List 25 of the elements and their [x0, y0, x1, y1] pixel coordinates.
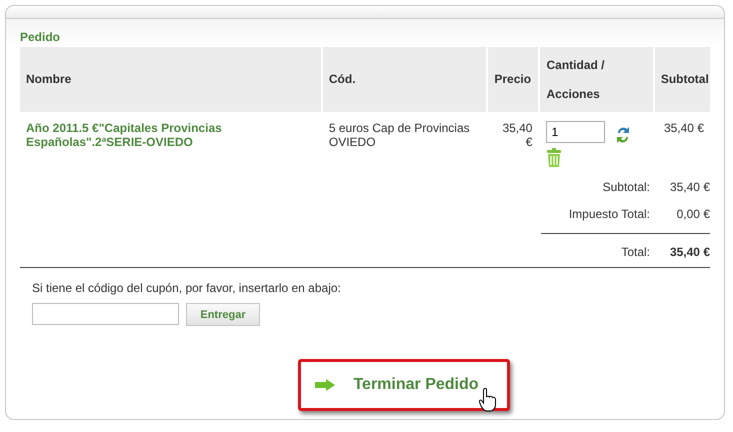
coupon-prompt: Si tiene el código del cupón, por favor, insertarlo en abajo: — [32, 281, 341, 295]
hand-cursor-icon — [478, 388, 497, 412]
total-value: 35,40 € — [668, 180, 710, 194]
column-header: Precio — [488, 47, 538, 112]
section-title: Pedido — [20, 30, 60, 44]
price-cell-text: 35,40 € — [501, 120, 534, 151]
total-label: Subtotal: — [602, 180, 650, 194]
submit-button[interactable]: Entregar — [186, 303, 260, 326]
trash-icon[interactable] — [546, 148, 562, 167]
total-value: 0,00 € — [676, 206, 710, 220]
total-label: Impuesto Total: — [568, 206, 650, 220]
column-header: Cantidad / Acciones — [540, 47, 653, 112]
subtotal-cell-text: 35,40 € — [662, 120, 705, 137]
column-header: Subtotal — [654, 47, 710, 112]
column-header: Cód. — [322, 47, 486, 112]
product-code: 5 euros Cap de Provincias OVIEDO — [328, 120, 471, 151]
product-link[interactable]: Año 2011.5 €"Capitales Provincias Españolas".2ªSERIE-OVIEDO — [26, 121, 241, 149]
total-value: 35,40 € — [668, 244, 710, 258]
coupon-field[interactable] — [32, 303, 179, 325]
quantity-field[interactable]: 1 — [546, 121, 606, 143]
total-label: Total: — [621, 244, 650, 258]
arrow-icon — [315, 379, 336, 391]
refresh-icon[interactable] — [615, 125, 632, 145]
column-header: Nombre — [20, 47, 321, 112]
checkout-button[interactable]: Terminar Pedido — [298, 359, 510, 411]
